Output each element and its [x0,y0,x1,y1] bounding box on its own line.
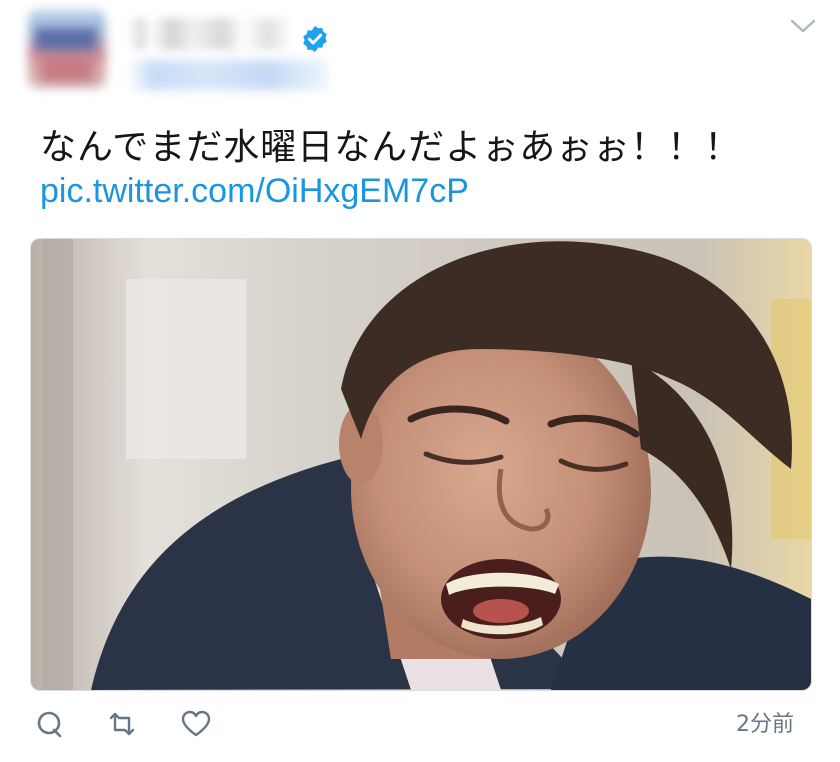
reply-icon[interactable] [34,708,66,740]
display-name-redacted[interactable] [128,18,293,50]
crying-man-photo [31,239,811,690]
avatar[interactable] [28,10,106,88]
username-redacted[interactable] [128,60,328,90]
retweet-icon[interactable] [106,708,138,740]
heart-icon[interactable] [180,708,212,740]
chevron-down-icon[interactable] [788,14,818,38]
tweet-timestamp[interactable]: 2分前 [736,706,794,738]
media-link[interactable]: pic.twitter.com/OiHxgEM7cP [40,172,469,211]
tweet-text: なんでまだ水曜日なんだよぉあぉぉ！！！ [40,127,742,168]
verified-badge-icon [303,25,327,53]
tweet-actions [0,700,840,750]
tweet-media-image[interactable] [30,238,812,691]
